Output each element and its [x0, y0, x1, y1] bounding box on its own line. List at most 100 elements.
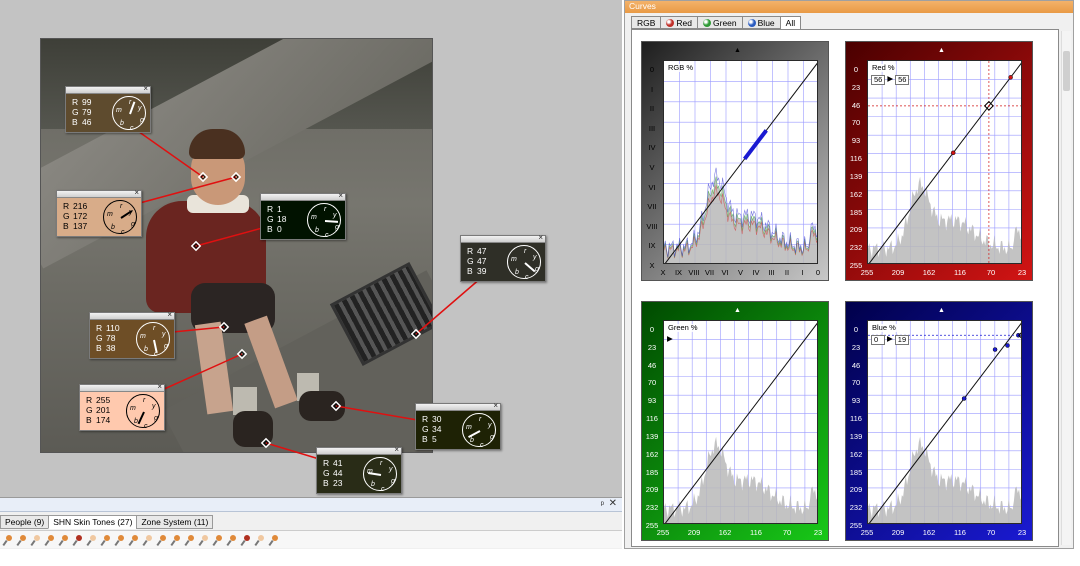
curve-control-point[interactable] [951, 150, 956, 156]
probe-value-b: B 39 [467, 266, 486, 276]
probe-close-icon[interactable]: × [538, 233, 543, 243]
curve-control-point[interactable] [961, 396, 967, 401]
tab-green[interactable]: Green [697, 16, 743, 29]
hue-dial-letter: r [479, 416, 482, 423]
y-axis-label: 139 [849, 431, 863, 441]
x-axis-label: 255 [860, 268, 874, 277]
curves-scrollbar[interactable] [1061, 31, 1071, 545]
pin-icon[interactable] [114, 534, 126, 546]
curve-control-point[interactable] [1008, 75, 1013, 80]
probe-caption-bar[interactable]: × [90, 310, 174, 320]
scrollbar-thumb[interactable] [1063, 51, 1070, 91]
pin-icon[interactable] [142, 534, 154, 546]
probe-channel-label: R [323, 458, 330, 468]
hue-dial-icon: rygcbm [462, 413, 496, 449]
readout-input-field[interactable]: 0 [871, 335, 885, 345]
readout-output-field[interactable]: 19 [894, 335, 910, 345]
dock-tab[interactable]: People (9) [0, 515, 50, 529]
probe-close-icon[interactable]: × [493, 401, 498, 411]
color-probe[interactable]: × R 1 G 18 B 0 r y g c b m [260, 191, 346, 240]
pin-icon[interactable] [254, 534, 266, 546]
pin-icon[interactable] [212, 534, 224, 546]
curve-plot[interactable] [868, 61, 1022, 264]
pin-icon[interactable] [72, 534, 84, 546]
pin-icon[interactable] [268, 534, 280, 546]
curve-grid[interactable] [663, 320, 818, 524]
y-axis-label: 46 [647, 360, 657, 370]
hue-dial-letter: b [470, 437, 474, 444]
color-probe[interactable]: × R 216 G 172 B 137 r y g c b m [56, 188, 142, 237]
probe-channel-label: B [267, 224, 273, 234]
probe-close-icon[interactable]: × [143, 84, 148, 94]
hue-dial-hand [324, 220, 339, 223]
probe-caption-bar[interactable]: × [261, 191, 345, 201]
pin-icon[interactable] [184, 534, 196, 546]
pin-icon[interactable] [156, 534, 168, 546]
probe-caption-bar[interactable]: × [66, 84, 150, 94]
probe-close-icon[interactable]: × [157, 382, 162, 392]
readout-input-field[interactable]: 56 [871, 75, 886, 85]
pin-icon[interactable] [44, 534, 56, 546]
panel-collapse-icon[interactable]: ▲ [734, 47, 741, 54]
probe-close-icon[interactable]: × [394, 445, 399, 455]
readout-output-field[interactable]: 56 [895, 75, 910, 85]
pin-icon[interactable] [86, 534, 98, 546]
probe-close-icon[interactable]: × [134, 188, 139, 198]
curve-control-point[interactable] [1005, 343, 1010, 348]
x-axis-label: 255 [860, 528, 874, 537]
probe-close-icon[interactable]: × [167, 310, 172, 320]
color-probe[interactable]: × R 99 G 79 B 46 r y g c b m [65, 84, 151, 133]
hue-dial-letter: g [335, 224, 339, 231]
curve-plot[interactable] [868, 321, 1022, 524]
dock-tab[interactable]: Zone System (11) [136, 515, 214, 529]
probe-channel-value: 38 [106, 343, 116, 353]
color-probe[interactable]: × R 47 G 47 B 39 r y g c b m [460, 233, 546, 282]
y-axis-label: 93 [647, 396, 657, 406]
probe-channel-label: B [86, 415, 92, 425]
curve-control-point[interactable] [992, 347, 998, 352]
pin-icon[interactable] [58, 534, 70, 546]
probe-body: R 47 G 47 B 39 r y g c b m [461, 243, 545, 281]
tab-blue[interactable]: Blue [741, 16, 781, 29]
color-probe[interactable]: × R 30 G 34 B 5 r y g c b m [415, 401, 501, 450]
panel-collapse-icon[interactable]: ▲ [734, 307, 741, 314]
pin-icon[interactable] [100, 534, 112, 546]
tab-rgb[interactable]: RGB [631, 16, 662, 29]
curve-plot[interactable] [664, 321, 818, 524]
probe-value-b: B5 [422, 434, 441, 444]
probe-value-g: G 18 [267, 214, 286, 224]
curve-plot[interactable] [664, 61, 818, 264]
pin-icon[interactable] [198, 534, 210, 546]
tab-red[interactable]: Red [660, 16, 699, 29]
probe-caption-bar[interactable]: × [416, 401, 500, 411]
probe-channel-value: 216 [73, 201, 88, 211]
probe-caption-bar[interactable]: × [317, 445, 401, 455]
color-probe[interactable]: × R 110 G 78 B 38 r y g c b m [89, 310, 175, 359]
probe-caption-bar[interactable]: × [80, 382, 164, 392]
probe-close-icon[interactable]: × [338, 191, 343, 201]
dock-tab[interactable]: SHN Skin Tones (27) [48, 515, 138, 529]
pin-icon[interactable] [2, 534, 14, 546]
curve-grid[interactable] [663, 60, 818, 264]
curve-grid[interactable] [867, 60, 1022, 264]
pin-icon[interactable] [170, 534, 182, 546]
pin-icon[interactable] [30, 534, 42, 546]
y-axis-label: VIII [646, 221, 658, 231]
tab-all[interactable]: All [779, 16, 802, 30]
probe-channel-label: G [323, 468, 330, 478]
dock-close-icon[interactable]: ✕ [609, 498, 617, 509]
color-probe[interactable]: × R 41 G 44 B 23 r y g c b m [316, 445, 402, 494]
panel-collapse-icon[interactable]: ▲ [938, 47, 945, 54]
curves-window: Curves RGB Red Green Blue All ▲ 0 I II III IV V VI V… [624, 0, 1074, 549]
pin-icon[interactable] [16, 534, 28, 546]
curve-grid[interactable] [867, 320, 1022, 524]
panel-collapse-icon[interactable]: ▲ [938, 307, 945, 314]
dock-pin-icon[interactable]: ᵖ [601, 499, 604, 509]
color-probe[interactable]: × R 255 G 201 B 174 r y g c b m [79, 382, 165, 431]
pin-icon[interactable] [128, 534, 140, 546]
probe-caption-bar[interactable]: × [57, 188, 141, 198]
probe-caption-bar[interactable]: × [461, 233, 545, 243]
hue-dial-letter: g [131, 221, 135, 228]
pin-icon[interactable] [240, 534, 252, 546]
pin-icon[interactable] [226, 534, 238, 546]
